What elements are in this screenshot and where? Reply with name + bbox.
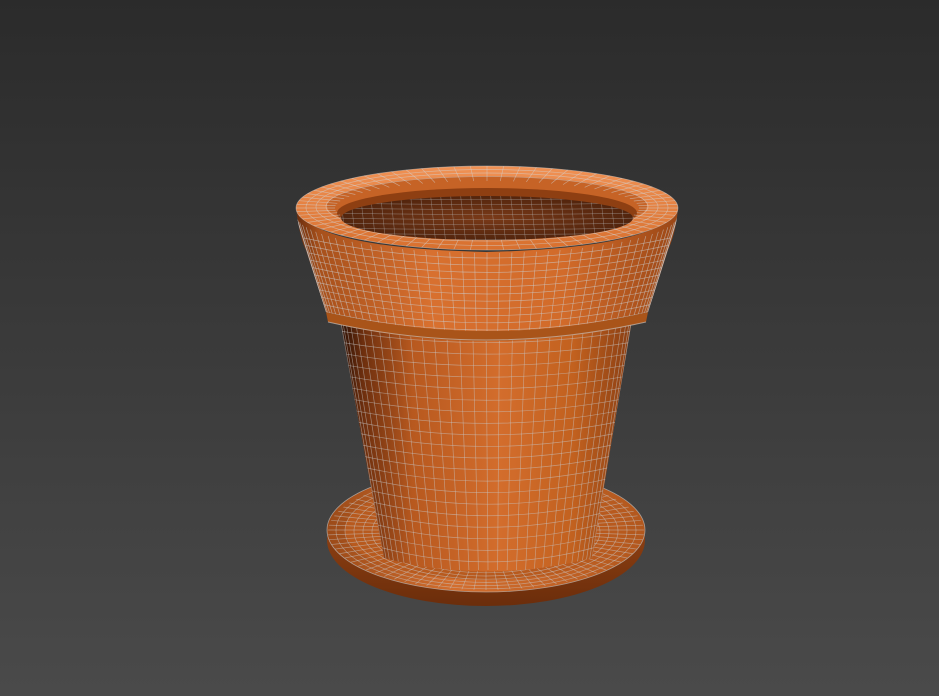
viewport-canvas[interactable] [0,0,939,696]
pot-rim[interactable] [295,165,679,340]
3d-viewport[interactable] [0,0,939,696]
pot-body[interactable] [340,320,632,585]
